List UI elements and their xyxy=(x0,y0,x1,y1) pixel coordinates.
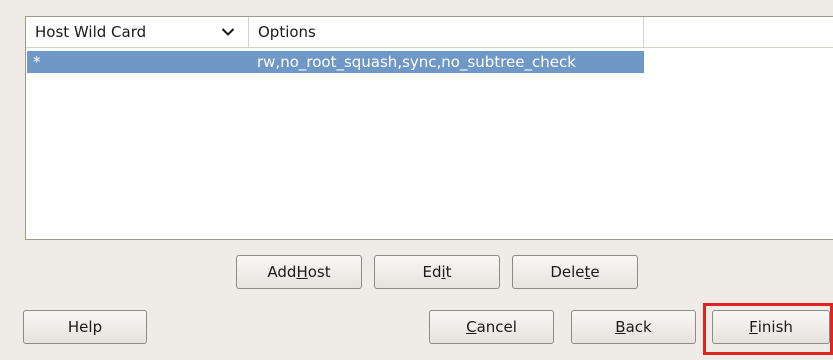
column-header-label: Options xyxy=(258,23,316,41)
button-mnemonic: H xyxy=(296,263,308,281)
button-label-part: ost xyxy=(307,263,331,281)
cell-host: * xyxy=(33,53,41,71)
add-host-button[interactable]: Add Host xyxy=(236,255,362,289)
button-label-part: Add xyxy=(267,263,297,281)
button-label-part: e xyxy=(590,263,600,281)
cancel-button[interactable]: Cancel xyxy=(429,310,554,344)
cell-options: rw,no_root_squash,sync,no_subtree_check xyxy=(257,53,576,71)
button-label-part: ancel xyxy=(476,318,517,336)
button-label: Help xyxy=(67,318,103,336)
button-label-part: Ed xyxy=(422,263,442,281)
help-button[interactable]: Help xyxy=(23,310,147,344)
column-header-filler xyxy=(644,17,833,48)
table-header: Host Wild Card Options xyxy=(26,17,833,49)
edit-button[interactable]: Ed i t xyxy=(374,255,500,289)
button-label-part: inish xyxy=(757,318,793,336)
column-header-host-wild-card[interactable]: Host Wild Card xyxy=(26,17,249,48)
host-options-table[interactable]: Host Wild Card Options * rw,no_root_squa… xyxy=(25,16,833,240)
nfs-export-dialog: Host Wild Card Options * rw,no_root_squa… xyxy=(0,0,833,360)
button-label-part: Dele xyxy=(550,263,585,281)
button-mnemonic: F xyxy=(749,318,758,336)
back-button[interactable]: Back xyxy=(571,310,696,344)
chevron-down-icon[interactable] xyxy=(221,25,235,39)
column-header-label: Host Wild Card xyxy=(35,23,147,41)
button-mnemonic: C xyxy=(466,318,477,336)
finish-button[interactable]: Finish xyxy=(712,310,830,344)
column-header-options[interactable]: Options xyxy=(249,17,644,48)
button-label-part: t xyxy=(445,263,452,281)
table-row[interactable]: * rw,no_root_squash,sync,no_subtree_chec… xyxy=(27,51,644,73)
button-label-part: ack xyxy=(625,318,652,336)
delete-button[interactable]: Dele t e xyxy=(512,255,638,289)
button-mnemonic: B xyxy=(615,318,626,336)
